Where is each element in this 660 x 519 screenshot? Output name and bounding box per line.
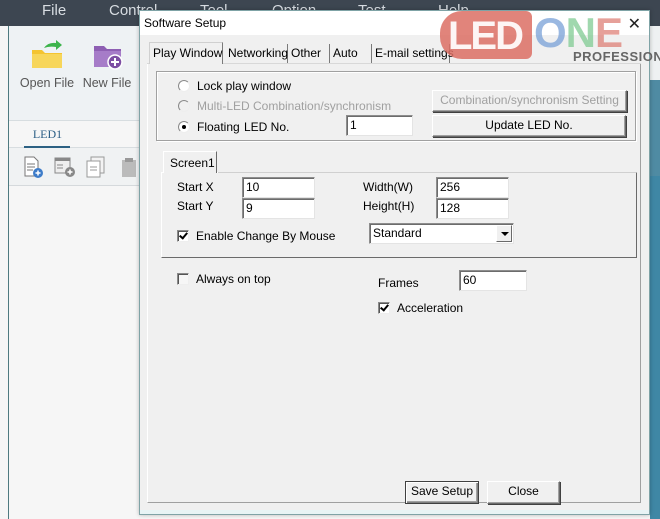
tab-networking[interactable]: Networking xyxy=(225,44,288,64)
app-toolbar: Open File New File xyxy=(9,26,144,121)
width-input[interactable]: 256 xyxy=(436,177,509,198)
tab-play-window[interactable]: Play Window xyxy=(149,42,223,64)
add-program-icon[interactable] xyxy=(24,156,43,178)
frames-input[interactable]: 60 xyxy=(459,270,527,291)
frames-label: Frames xyxy=(378,276,419,290)
lock-play-window-radio[interactable]: Lock play window xyxy=(178,79,291,93)
close-icon[interactable]: ✕ xyxy=(628,14,641,34)
save-setup-button[interactable]: Save Setup xyxy=(405,481,479,504)
add-area-icon[interactable] xyxy=(54,156,75,178)
radio-unchecked-icon xyxy=(178,80,190,92)
tab-screen1[interactable]: Screen1 xyxy=(163,151,217,173)
mode-select[interactable]: Standard xyxy=(369,223,514,244)
tab-email-settings[interactable]: E-mail settings xyxy=(372,44,454,64)
start-x-label: Start X xyxy=(177,180,214,194)
start-y-label: Start Y xyxy=(177,199,214,213)
open-file-button[interactable]: Open File xyxy=(17,40,77,90)
floating-radio[interactable]: Floating xyxy=(178,120,240,134)
height-input[interactable]: 128 xyxy=(436,198,509,219)
enable-change-by-mouse-checkbox[interactable]: Enable Change By Mouse xyxy=(177,229,335,243)
tab-auto[interactable]: Auto xyxy=(330,44,372,64)
led-no-input[interactable]: 1 xyxy=(346,115,413,136)
close-button[interactable]: Close xyxy=(487,481,560,504)
combination-setting-button[interactable]: Combination/synchronism Setting xyxy=(432,90,627,112)
dialog-titlebar[interactable]: Software Setup ✕ xyxy=(140,11,649,35)
dialog-border xyxy=(140,510,649,514)
multi-led-radio[interactable]: Multi-LED Combination/synchronism xyxy=(178,99,391,113)
width-label: Width(W) xyxy=(363,180,413,194)
led-toolbar xyxy=(9,148,144,186)
menu-file[interactable]: File xyxy=(42,2,66,19)
app-right-edge xyxy=(650,26,660,519)
checkbox-unchecked-icon xyxy=(177,273,189,285)
paste-icon[interactable] xyxy=(121,156,139,178)
chevron-down-icon[interactable] xyxy=(496,225,512,242)
checkbox-checked-icon xyxy=(378,302,390,314)
new-folder-icon xyxy=(90,40,124,70)
start-x-input[interactable]: 10 xyxy=(242,177,315,198)
radio-checked-icon xyxy=(178,121,190,133)
open-folder-icon xyxy=(30,40,64,70)
tab-other[interactable]: Other xyxy=(288,44,330,64)
height-label: Height(H) xyxy=(363,199,415,213)
radio-disabled-icon xyxy=(178,100,190,112)
always-on-top-checkbox[interactable]: Always on top xyxy=(177,272,271,286)
copy-icon[interactable] xyxy=(86,156,105,178)
start-y-input[interactable]: 9 xyxy=(242,198,315,219)
checkbox-checked-icon xyxy=(177,230,189,242)
new-file-button[interactable]: New File xyxy=(77,40,137,90)
software-setup-dialog: Software Setup ✕ Play Window Networking … xyxy=(139,10,650,515)
led-no-label: LED No. xyxy=(244,120,290,134)
tab-led1[interactable]: LED1 xyxy=(25,127,70,142)
update-led-no-button[interactable]: Update LED No. xyxy=(432,115,626,137)
dialog-title: Software Setup xyxy=(144,16,227,30)
acceleration-checkbox[interactable]: Acceleration xyxy=(378,301,463,315)
